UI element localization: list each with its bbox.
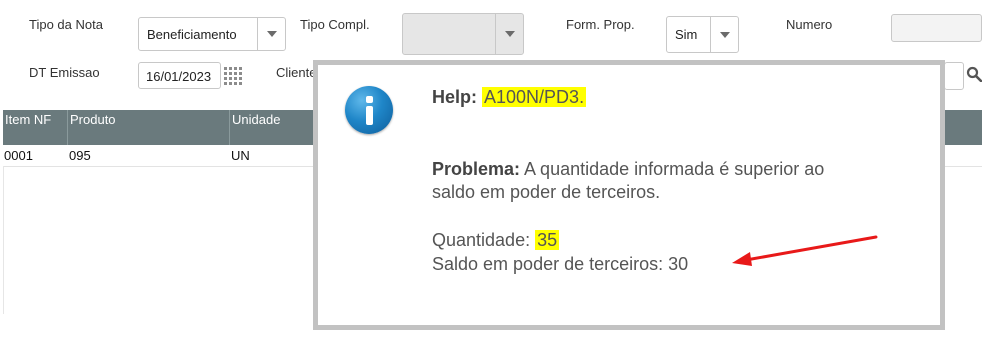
numero-input[interactable]: [891, 14, 982, 42]
problema-label: Problema:: [432, 159, 521, 179]
numero-label: Numero: [786, 17, 833, 32]
info-icon: [345, 86, 393, 134]
form-prop-label: Form. Prop.: [566, 17, 635, 32]
quantidade-value: 35: [535, 230, 560, 250]
cell-unidade: UN: [231, 148, 250, 163]
chevron-down-icon[interactable]: [710, 17, 738, 52]
dt-emissao-input[interactable]: 16/01/2023: [138, 62, 221, 89]
tipo-compl-label: Tipo Compl.: [300, 17, 370, 32]
tipo-nota-label: Tipo da Nota: [29, 17, 103, 32]
quantidade-line: Quantidade: 35: [432, 230, 560, 251]
help-heading: Help: A100N/PD3.: [432, 87, 587, 108]
tipo-compl-select[interactable]: [402, 13, 524, 55]
cliente-label: Cliente: [276, 65, 317, 80]
chevron-down-icon[interactable]: [495, 14, 523, 54]
saldo-line: Saldo em poder de terceiros: 30: [432, 254, 689, 274]
help-code: A100N/PD3.: [482, 87, 587, 107]
red-arrow-annotation: [732, 235, 878, 266]
search-icon[interactable]: [966, 66, 982, 82]
tipo-nota-value: Beneficiamento: [147, 26, 237, 42]
form-prop-value: Sim: [675, 27, 698, 42]
tipo-nota-select[interactable]: Beneficiamento: [138, 17, 286, 51]
calendar-grid-icon[interactable]: [224, 67, 244, 85]
grid-left-border: [3, 166, 4, 314]
problema-text-1: A quantidade informada é superior ao: [524, 159, 825, 179]
help-dialog: Help: A100N/PD3. Problema: A quantidade …: [313, 60, 945, 330]
help-label: Help:: [432, 87, 477, 107]
column-header-item-nf[interactable]: Item NF: [3, 110, 67, 145]
form-prop-select[interactable]: Sim: [666, 16, 739, 53]
cliente-input-end[interactable]: [944, 62, 964, 90]
chevron-down-icon[interactable]: [257, 18, 285, 50]
problema-line-1: Problema: A quantidade informada é super…: [432, 159, 824, 180]
quantidade-label: Quantidade:: [432, 230, 531, 250]
problema-line-2: saldo em poder de terceiros.: [432, 182, 661, 202]
column-header-produto[interactable]: Produto: [67, 110, 229, 145]
dt-emissao-label: DT Emissao: [29, 65, 100, 80]
cell-item-nf: 0001: [4, 148, 33, 163]
cell-produto: 095: [69, 148, 91, 163]
